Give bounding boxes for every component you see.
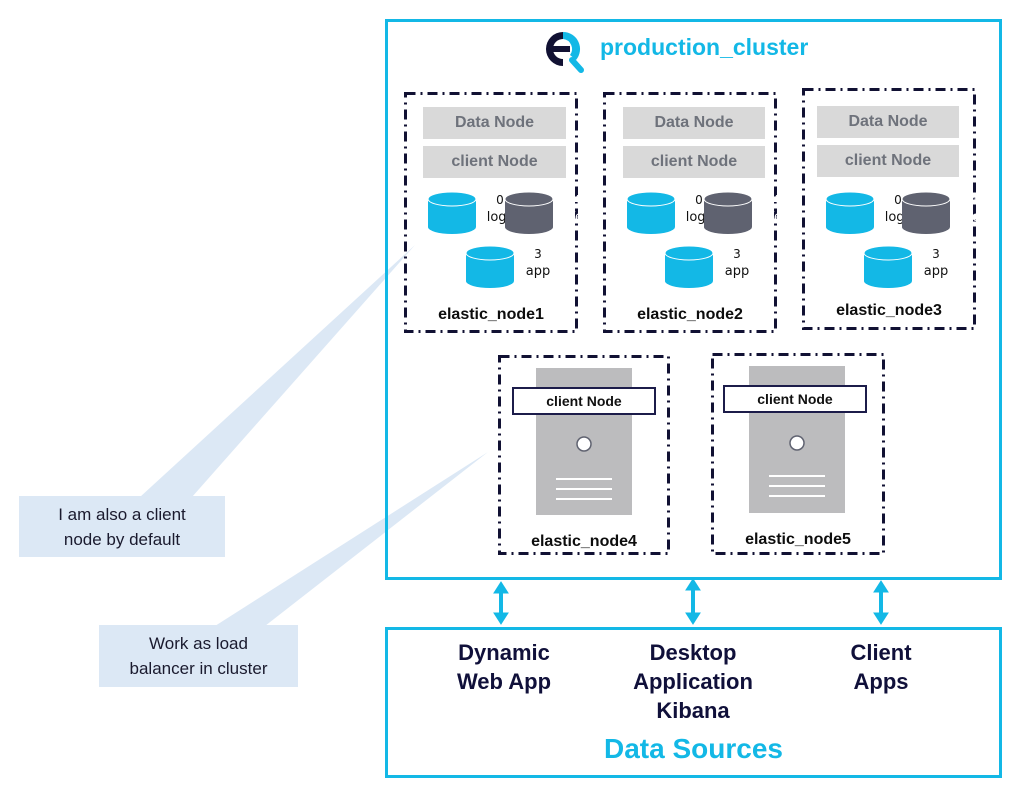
database-icon	[664, 245, 714, 288]
callout-line: I am also a client	[58, 505, 186, 524]
index-web[interactable]: 4 Web	[901, 191, 988, 234]
cluster-title: production_cluster	[600, 34, 809, 60]
shard-count: 3	[534, 247, 542, 261]
database-icon	[427, 191, 477, 234]
source-line: Web App	[456, 669, 552, 694]
node-name: elastic_node4	[531, 533, 637, 550]
data-sources-title: Data Sources	[604, 733, 783, 764]
database-icon	[504, 191, 554, 234]
data-node-card-2[interactable]: Data Node client Node 0 logs 4 Web 3 app…	[603, 92, 790, 333]
shard-count: 4	[772, 193, 780, 207]
role-client-node: client Node	[723, 385, 867, 413]
role-data-node: Data Node	[623, 107, 765, 139]
index-web[interactable]: 4 Web	[703, 191, 790, 234]
shard-count: 3	[733, 247, 741, 261]
database-icon	[465, 245, 515, 288]
index-app[interactable]: 3 app	[465, 245, 550, 288]
source-line: Kibana	[656, 698, 730, 723]
client-node-card-4[interactable]: client Node elastic_node4	[498, 355, 670, 555]
node-name: elastic_node3	[836, 302, 942, 319]
index-name: app	[724, 264, 750, 279]
database-icon	[863, 245, 913, 288]
source-line: Client	[850, 640, 912, 665]
database-icon	[626, 191, 676, 234]
node-name: elastic_node1	[438, 306, 544, 323]
role-client-node: client Node	[817, 145, 959, 177]
source-desktop-kibana[interactable]: Desktop Application Kibana	[613, 638, 773, 725]
role-client-node: client Node	[623, 146, 765, 178]
index-app[interactable]: 3 app	[863, 245, 948, 288]
role-client-node: client Node	[512, 387, 656, 415]
index-name: app	[923, 264, 949, 279]
node-name: elastic_node2	[637, 306, 743, 323]
source-line: Dynamic	[458, 640, 550, 665]
node-name: elastic_node5	[745, 531, 851, 548]
callout-line: Work as load	[149, 634, 248, 653]
callout-line: balancer in cluster	[129, 659, 268, 678]
callout-load-balancer: Work as load balancer in cluster	[99, 625, 298, 687]
eq-search-logo-icon	[545, 31, 584, 73]
source-line: Desktop	[649, 640, 737, 665]
index-name: Web	[562, 210, 592, 225]
source-line: Application	[633, 669, 753, 694]
role-data-node: Data Node	[423, 107, 566, 139]
source-line: Apps	[853, 669, 909, 694]
callout-pointer-1	[140, 245, 415, 497]
database-icon	[703, 191, 753, 234]
database-icon	[825, 191, 875, 234]
index-app[interactable]: 3 app	[664, 245, 749, 288]
database-icon	[901, 191, 951, 234]
shard-count: 4	[970, 193, 978, 207]
role-data-node: Data Node	[817, 106, 959, 138]
role-client-node: client Node	[423, 146, 566, 178]
data-node-card-1[interactable]: Data Node client Node 0 logs 4 Web 3 app…	[404, 92, 591, 333]
index-name: app	[525, 264, 551, 279]
shard-count: 4	[573, 193, 581, 207]
source-client-apps[interactable]: Client Apps	[801, 638, 961, 696]
index-logs[interactable]: 0 logs	[825, 191, 911, 234]
index-name: Web	[761, 210, 791, 225]
index-logs[interactable]: 0 logs	[427, 191, 513, 234]
callout-client-default: I am also a client node by default	[19, 496, 225, 557]
index-web[interactable]: 4 Web	[504, 191, 591, 234]
data-node-card-3[interactable]: Data Node client Node 0 logs 4 Web 3 app…	[802, 88, 988, 330]
client-node-card-5[interactable]: client Node elastic_node5	[711, 353, 885, 555]
callout-line: node by default	[63, 530, 181, 549]
index-name: Web	[959, 210, 989, 225]
shard-count: 3	[932, 247, 940, 261]
source-dynamic-web-app[interactable]: Dynamic Web App	[424, 638, 584, 696]
index-logs[interactable]: 0 logs	[626, 191, 712, 234]
